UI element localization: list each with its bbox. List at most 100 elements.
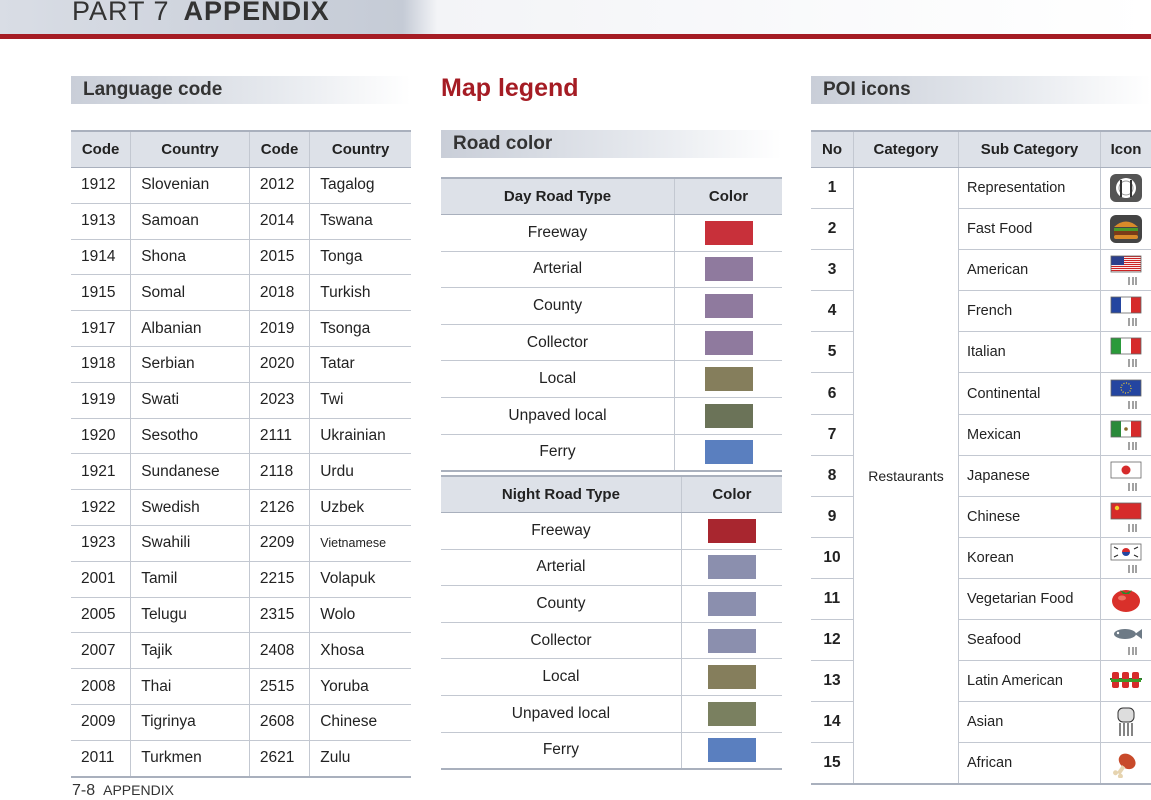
lang-country: Volapuk <box>310 561 411 597</box>
road-color-swatch <box>708 592 756 616</box>
road-color-cell <box>681 732 782 769</box>
lang-code: 2019 <box>249 311 309 347</box>
table-row: 2005Telugu2315Wolo <box>71 597 411 633</box>
road-color-cell <box>681 659 782 696</box>
lang-header-code: Code <box>71 131 131 168</box>
road-color-swatch <box>708 555 756 579</box>
tomato-icon <box>1109 590 1143 607</box>
poi-sub-category: Italian <box>959 332 1101 373</box>
meat-icon <box>1109 754 1143 771</box>
lang-code: 2011 <box>71 740 131 776</box>
road-type-name: Arterial <box>441 251 675 288</box>
hamburger-icon <box>1109 220 1143 237</box>
lang-country: Tatar <box>310 346 411 382</box>
day-color-header: Color <box>675 178 782 215</box>
poi-icon-cell <box>1101 661 1151 702</box>
table-row: County <box>441 586 782 623</box>
lang-country: Xhosa <box>310 633 411 669</box>
header-divider <box>0 34 1151 39</box>
lang-country: Slovenian <box>131 168 250 204</box>
lang-country: Swati <box>131 382 250 418</box>
lang-country: Tigrinya <box>131 704 250 740</box>
table-row: Arterial <box>441 251 782 288</box>
lang-code: 1914 <box>71 239 131 275</box>
lang-code: 1915 <box>71 275 131 311</box>
table-row: 1913Samoan2014Tswana <box>71 203 411 239</box>
road-type-name: County <box>441 586 681 623</box>
page-title: APPENDIX <box>184 0 330 26</box>
lang-code: 1922 <box>71 490 131 526</box>
road-type-name: Unpaved local <box>441 397 675 434</box>
table-row: County <box>441 288 782 325</box>
road-type-name: County <box>441 288 675 325</box>
poi-sub-category: Representation <box>959 168 1101 209</box>
lang-country: Shona <box>131 239 250 275</box>
poi-sub-category: Latin American <box>959 661 1101 702</box>
road-type-name: Collector <box>441 324 675 361</box>
poi-number: 13 <box>811 661 854 702</box>
lang-country: Turkish <box>310 275 411 311</box>
lang-code: 1919 <box>71 382 131 418</box>
lang-code: 2012 <box>249 168 309 204</box>
poi-sub-category: French <box>959 291 1101 332</box>
table-row: 1918Serbian2020Tatar <box>71 346 411 382</box>
road-type-name: Collector <box>441 622 681 659</box>
poi-number: 14 <box>811 702 854 743</box>
page-footer: 7-8 APPENDIX <box>72 782 174 800</box>
lang-country: Uzbek <box>310 490 411 526</box>
footer-label: APPENDIX <box>103 782 174 798</box>
lang-code: 2215 <box>249 561 309 597</box>
poi-sub-category: African <box>959 743 1101 785</box>
poi-icon-cell <box>1101 373 1151 414</box>
lang-country: Serbian <box>131 346 250 382</box>
poi-sub-category: Asian <box>959 702 1101 743</box>
road-color-swatch <box>708 519 756 543</box>
road-type-name: Arterial <box>441 549 681 586</box>
lang-code: 1918 <box>71 346 131 382</box>
day-road-table: Day Road TypeColor FreewayArterialCounty… <box>441 177 782 472</box>
page-number: 7-8 <box>72 782 95 799</box>
lang-country: Thai <box>131 669 250 705</box>
night-road-type-header: Night Road Type <box>441 476 681 513</box>
lang-header-code: Code <box>249 131 309 168</box>
japanese-flag-icon <box>1109 467 1143 484</box>
road-color-cell <box>681 549 782 586</box>
poi-sub-category: American <box>959 250 1101 291</box>
table-row: 2008Thai2515Yoruba <box>71 669 411 705</box>
table-row: Ferry <box>441 732 782 769</box>
road-color-swatch <box>708 702 756 726</box>
lang-country: Zulu <box>310 740 411 776</box>
lang-code: 2007 <box>71 633 131 669</box>
table-row: Ferry <box>441 434 782 471</box>
road-type-name: Freeway <box>441 215 675 252</box>
lang-code: 2001 <box>71 561 131 597</box>
poi-header-icon: Icon <box>1101 131 1151 168</box>
poi-icon-cell <box>1101 455 1151 496</box>
lang-code: 2315 <box>249 597 309 633</box>
road-color-swatch <box>705 257 753 281</box>
poi-sub-category: Vegetarian Food <box>959 578 1101 619</box>
poi-icon-cell <box>1101 496 1151 537</box>
road-color-swatch <box>705 367 753 391</box>
poi-header-no: No <box>811 131 854 168</box>
lang-code: 2014 <box>249 203 309 239</box>
road-type-name: Local <box>441 361 675 398</box>
poi-icons-table: NoCategorySub CategoryIcon 1RestaurantsR… <box>811 130 1151 785</box>
lang-country: Vietnamese <box>310 525 411 561</box>
poi-icon-cell <box>1101 250 1151 291</box>
poi-sub-category: Mexican <box>959 414 1101 455</box>
poi-sub-category: Fast Food <box>959 209 1101 250</box>
lang-country: Swedish <box>131 490 250 526</box>
poi-number: 5 <box>811 332 854 373</box>
lang-country: Telugu <box>131 597 250 633</box>
lang-country: Tamil <box>131 561 250 597</box>
map-legend-title: Map legend <box>441 74 579 103</box>
road-color-cell <box>675 361 782 398</box>
table-row: 1RestaurantsRepresentation <box>811 168 1151 209</box>
table-row: 1917Albanian2019Tsonga <box>71 311 411 347</box>
table-row: 1919Swati2023Twi <box>71 382 411 418</box>
lang-code: 2020 <box>249 346 309 382</box>
lang-header-country: Country <box>131 131 250 168</box>
lang-code: 2515 <box>249 669 309 705</box>
lang-code: 2209 <box>249 525 309 561</box>
